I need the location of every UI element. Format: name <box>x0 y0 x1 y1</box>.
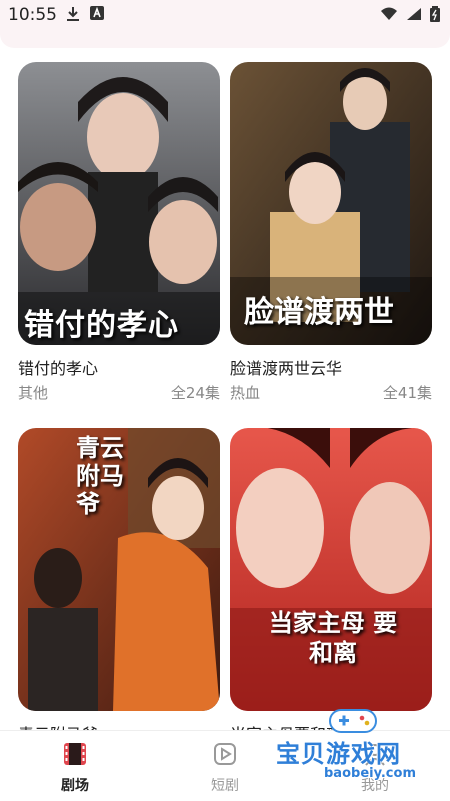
drama-card[interactable]: 当家主母 要和离 当家主母要和离 <box>230 428 432 744</box>
app-a-icon <box>90 6 104 20</box>
header-strip <box>0 30 450 48</box>
drama-poster[interactable]: 当家主母 要和离 <box>230 428 432 711</box>
watermark-url: baobeiy.com <box>324 766 416 781</box>
drama-genre: 其他 <box>18 384 49 402</box>
tab-label: 剧场 <box>61 778 89 794</box>
poster-overlay-text: 脸谱渡两世 <box>244 295 394 330</box>
poster-overlay-text: 青云附马爷 <box>76 434 124 518</box>
drama-title: 错付的孝心 <box>18 359 99 378</box>
episode-count: 全41集 <box>382 384 432 402</box>
watermark-name: 宝贝游戏网 <box>276 740 401 768</box>
wifi-icon <box>381 7 397 20</box>
poster-overlay-text: 当家主母 要和离 <box>268 609 398 667</box>
drama-card[interactable]: 青云附马爷 青云附马爷 <box>18 428 220 744</box>
drama-poster[interactable]: 错付的孝心 <box>18 62 220 345</box>
tab-label: 短剧 <box>211 778 239 794</box>
battery-icon <box>430 6 440 22</box>
status-bar: 10:55 <box>0 0 450 30</box>
drama-meta: 其他 全24集 <box>18 382 220 403</box>
drama-meta: 热血 全41集 <box>230 382 432 403</box>
episode-count: 全24集 <box>170 384 220 402</box>
gamepad-icon <box>329 709 377 733</box>
drama-card[interactable]: 错付的孝心 错付的孝心 其他 全24集 <box>18 62 220 402</box>
drama-card[interactable]: 脸谱渡两世 脸谱渡两世云华 热血 全41集 <box>230 62 432 402</box>
drama-genre: 热血 <box>230 384 261 402</box>
tab-short-drama[interactable]: 短剧 <box>175 741 275 795</box>
tab-theater[interactable]: 剧场 <box>25 741 125 795</box>
drama-title: 脸谱渡两世云华 <box>230 359 343 378</box>
drama-poster[interactable]: 脸谱渡两世 <box>230 62 432 345</box>
poster-overlay-text: 错付的孝心 <box>24 308 179 343</box>
play-icon <box>214 743 236 765</box>
film-icon <box>64 743 86 765</box>
drama-poster[interactable]: 青云附马爷 <box>18 428 220 711</box>
status-time: 10:55 <box>8 5 57 25</box>
signal-icon <box>407 8 421 20</box>
download-icon <box>67 7 79 21</box>
watermark-logo: 宝贝游戏网 baobeiy.com <box>262 702 450 800</box>
